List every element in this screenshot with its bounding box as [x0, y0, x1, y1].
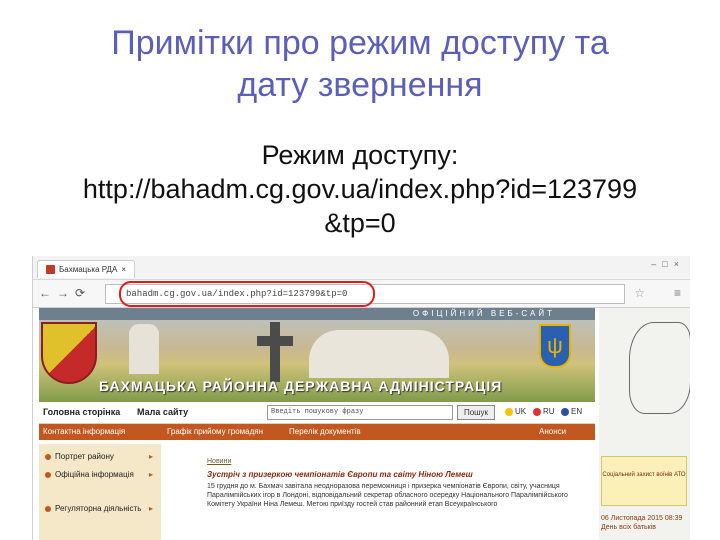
embedded-browser-screenshot: Бахмацька РДА × –□× ← → ⟳ bahadm.cg.gov.… [32, 256, 690, 540]
access-url-line-1: http://bahadm.cg.gov.ua/index.php?id=123… [82, 174, 638, 204]
left-menu-item[interactable]: Офіційна інформація ▸ [45, 470, 155, 480]
church-image [129, 324, 159, 374]
address-highlight-oval [119, 281, 375, 307]
site-left-menu: Портрет району ▸ Офіційна інформація ▸ Рег… [39, 444, 161, 540]
news-text: 15 грудня до м. Бахмач завітала неоднора… [207, 483, 568, 508]
slide-title-line-2: дату звернення [237, 66, 483, 104]
access-mode-label: Режим доступу: [261, 140, 459, 170]
district-map-icon [629, 322, 690, 414]
site-search-input[interactable]: Введіть пошукову фразу [267, 405, 453, 420]
menu-announcements[interactable]: Анонси [539, 427, 566, 436]
browser-tab-title: Бахмацька РДА [59, 264, 118, 274]
slide-title-line-1: Примітки про режим доступу та [111, 24, 609, 62]
site-search-button[interactable]: Пошук [457, 405, 495, 420]
flag-en-icon [561, 407, 569, 416]
left-menu-item[interactable]: Регуляторна діяльність ▸ [45, 504, 155, 514]
browser-tab-bar: Бахмацька РДА × –□× [33, 256, 690, 280]
lang-uk[interactable]: UK [505, 407, 526, 416]
back-icon[interactable]: ← [39, 286, 51, 300]
site-top-menu: Головна сторінка Мала сайту Введіть пошу… [39, 402, 595, 424]
browser-tab[interactable]: Бахмацька РДА × [37, 260, 135, 278]
lang-en[interactable]: EN [561, 407, 582, 416]
left-menu-item[interactable]: Портрет району ▸ [45, 452, 155, 462]
site-header-banner: ОФІЦІЙНИЙ ВЕБ-САЙТ ψ БАХМАЦЬКА РАЙОННА Д… [39, 308, 595, 402]
sitemap-link[interactable]: Мала сайту [137, 407, 188, 417]
ato-support-banner[interactable]: Соціальний захист воїнів АТО [601, 456, 687, 506]
chevron-right-icon: ▸ [148, 470, 153, 479]
building-image [309, 330, 449, 378]
news-section-link[interactable]: Новини [207, 458, 231, 465]
menu-reception[interactable]: Графік прийому громадян [167, 427, 263, 436]
menu-contacts[interactable]: Контактна інформація [43, 427, 125, 436]
site-title: БАХМАЦЬКА РАЙОННА ДЕРЖАВНА АДМІНІСТРАЦІЯ [99, 378, 503, 394]
coat-of-arms-icon [41, 322, 97, 384]
site-section-menu: Контактна інформація Графік прийому гром… [39, 424, 595, 440]
ukraine-trident-icon: ψ [539, 324, 571, 368]
tab-close-icon[interactable]: × [121, 261, 126, 279]
slide-title: Примітки про режим доступу та дату зверн… [0, 22, 720, 106]
browser-menu-icon[interactable]: ≡ [674, 286, 681, 300]
bookmark-star-icon[interactable]: ☆ [634, 286, 645, 300]
home-link[interactable]: Головна сторінка [43, 407, 120, 417]
slide-body: Режим доступу: http://bahadm.cg.gov.ua/i… [0, 138, 720, 240]
reload-icon[interactable]: ⟳ [75, 286, 85, 300]
flag-uk-icon [505, 407, 513, 416]
news-title[interactable]: Зустріч з призеркою чемпіонатів Європи т… [207, 470, 473, 479]
menu-documents[interactable]: Перелік документів [289, 427, 361, 436]
flag-ru-icon [533, 407, 541, 416]
official-site-strip: ОФІЦІЙНИЙ ВЕБ-САЙТ [39, 308, 595, 320]
side-news-item[interactable]: 06 Листопада 2015 08:39 День всіх батькі… [601, 514, 689, 532]
favicon-icon [46, 265, 55, 274]
chevron-right-icon: ▸ [148, 452, 153, 461]
forward-icon[interactable]: → [57, 286, 69, 300]
memorial-cross-image [257, 322, 293, 382]
access-url-line-2: &tp=0 [324, 208, 396, 238]
chevron-right-icon: ▸ [148, 504, 153, 513]
lang-ru[interactable]: RU [533, 407, 555, 416]
window-controls[interactable]: –□× [651, 259, 685, 269]
news-block: Новини Зустріч з призеркою чемпіонатів Є… [167, 444, 595, 540]
